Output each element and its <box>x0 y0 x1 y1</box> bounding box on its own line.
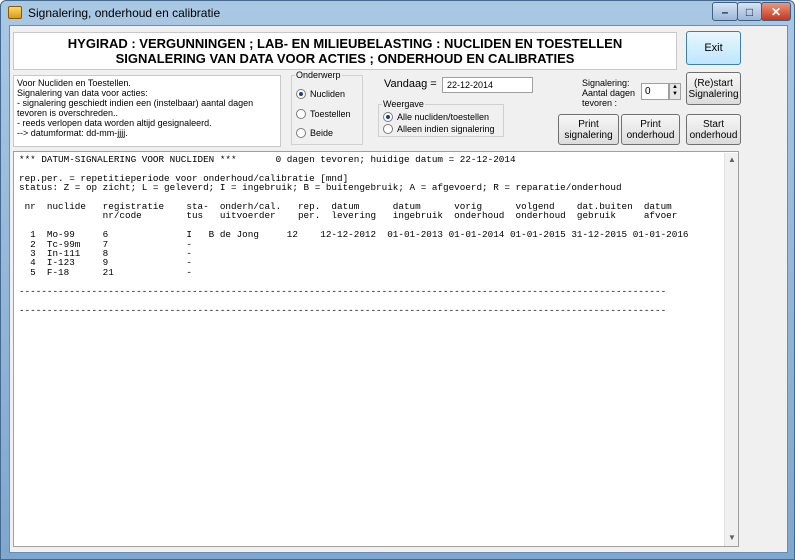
signalering-label: Signalering: Aantal dagen tevoren : <box>582 78 636 108</box>
vandaag-label: Vandaag = <box>384 78 437 90</box>
weergave-group: Weergave Alle nucliden/toestellen Alleen… <box>378 99 504 137</box>
radio-indicator[interactable] <box>383 112 393 122</box>
header-line-1: HYGIRAD : VERGUNNINGEN ; LAB- EN MILIEUB… <box>67 36 623 51</box>
info-box: Voor Nucliden en Toestellen. Signalering… <box>13 75 281 147</box>
onderwerp-title: Onderwerp <box>295 70 342 80</box>
onderwerp-group: Onderwerp Nucliden Toestellen Beide <box>291 70 363 145</box>
header-box: HYGIRAD : VERGUNNINGEN ; LAB- EN MILIEUB… <box>13 32 677 70</box>
scroll-up-icon[interactable]: ▲ <box>728 155 736 164</box>
maximize-button[interactable]: □ <box>737 2 762 21</box>
radio-alle[interactable]: Alle nucliden/toestellen <box>383 112 489 122</box>
info-line: Signalering van data voor acties: <box>17 88 148 98</box>
vertical-scrollbar[interactable]: ▲ ▼ <box>724 153 738 546</box>
close-button[interactable]: ✕ <box>761 2 791 21</box>
radio-indicator[interactable] <box>296 89 306 99</box>
client-area: HYGIRAD : VERGUNNINGEN ; LAB- EN MILIEUB… <box>9 25 788 553</box>
minimize-button[interactable]: – <box>712 2 738 21</box>
radio-indicator[interactable] <box>296 109 306 119</box>
restart-signalering-button[interactable]: (Re)start Signalering <box>686 72 741 105</box>
start-onderhoud-button[interactable]: Start onderhoud <box>686 114 741 145</box>
dagen-tevoren-input[interactable]: 0 <box>641 83 669 100</box>
radio-beide[interactable]: Beide <box>296 128 333 138</box>
print-onderhoud-button[interactable]: Print onderhoud <box>621 114 680 145</box>
info-line: --> datumformat: dd-mm-jjjj. <box>17 128 128 138</box>
title-bar[interactable]: Signalering, onderhoud en calibratie – □… <box>1 1 794 25</box>
print-signalering-button[interactable]: Print signalering <box>558 114 619 145</box>
info-line: - reeds verlopen data worden altijd gesi… <box>17 118 212 128</box>
spin-down-icon[interactable]: ▼ <box>670 91 680 98</box>
radio-nucliden[interactable]: Nucliden <box>296 89 345 99</box>
report-panel[interactable]: *** DATUM-SIGNALERING VOOR NUCLIDEN *** … <box>13 151 739 547</box>
scroll-down-icon[interactable]: ▼ <box>728 533 736 542</box>
radio-toestellen[interactable]: Toestellen <box>296 109 351 119</box>
radio-label: Alleen indien signalering <box>397 124 495 134</box>
radio-label: Beide <box>310 128 334 138</box>
exit-button[interactable]: Exit <box>686 31 741 65</box>
window-frame: Signalering, onderhoud en calibratie – □… <box>0 0 795 560</box>
radio-alleen-signalering[interactable]: Alleen indien signalering <box>383 124 495 134</box>
window-title: Signalering, onderhoud en calibratie <box>28 6 221 20</box>
header-line-2: SIGNALERING VAN DATA VOOR ACTIES ; ONDER… <box>115 51 575 66</box>
radio-label: Toestellen <box>310 109 351 119</box>
dagen-tevoren-spinner[interactable]: ▲ ▼ <box>669 83 681 100</box>
spin-up-icon[interactable]: ▲ <box>670 84 680 91</box>
radio-label: Alle nucliden/toestellen <box>397 112 490 122</box>
radio-indicator[interactable] <box>296 128 306 138</box>
radio-label: Nucliden <box>310 89 346 99</box>
app-icon <box>8 6 22 19</box>
info-line: Voor Nucliden en Toestellen. <box>17 78 131 88</box>
weergave-title: Weergave <box>382 99 425 109</box>
report-text: *** DATUM-SIGNALERING VOOR NUCLIDEN *** … <box>19 154 689 316</box>
vandaag-input[interactable]: 22-12-2014 <box>442 77 533 93</box>
info-line: - signalering geschiedt indien een (inst… <box>17 98 254 118</box>
radio-indicator[interactable] <box>383 124 393 134</box>
